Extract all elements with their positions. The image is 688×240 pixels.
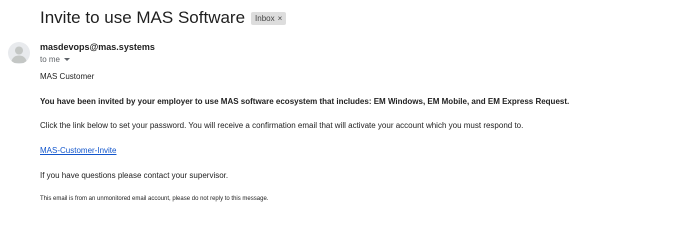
footer-note: This email is from an unmonitored email …: [40, 196, 269, 202]
questions-text: If you have questions please contact you…: [40, 171, 229, 180]
recipient-text: to me: [40, 55, 61, 64]
person-avatar-icon[interactable]: [8, 42, 30, 64]
email-subject: Invite to use MAS Software: [40, 8, 246, 27]
inbox-label[interactable]: Inbox ×: [251, 11, 287, 25]
email-view: Invite to use MAS Software Inbox × masde…: [0, 0, 688, 240]
chevron-down-icon[interactable]: [64, 58, 71, 61]
recipient-row: to me: [40, 55, 71, 64]
instructions-text: Click the link below to set your passwor…: [40, 121, 524, 130]
subject-row: Invite to use MAS Software Inbox ×: [40, 8, 287, 28]
invite-text: You have been invited by your employer t…: [40, 97, 570, 106]
sender-address[interactable]: masdevops@mas.systems: [40, 42, 155, 52]
inbox-label-text: Inbox: [255, 13, 275, 23]
greeting-text: MAS Customer: [40, 72, 95, 81]
close-icon[interactable]: ×: [278, 13, 283, 24]
invite-link[interactable]: MAS-Customer-Invite: [40, 146, 116, 155]
